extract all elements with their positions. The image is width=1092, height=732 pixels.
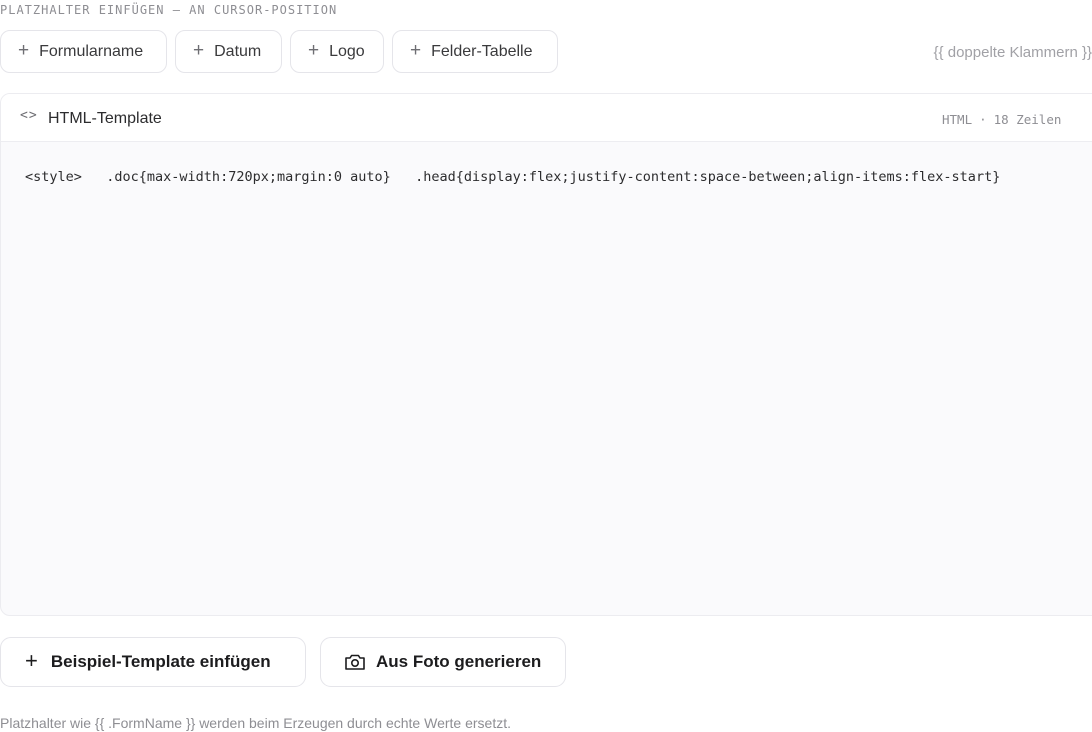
camera-icon [345, 654, 365, 670]
placeholder-chip-row: + Formularname + Datum + Logo + Felder-T… [0, 30, 558, 74]
button-label: Aus Foto generieren [376, 652, 542, 671]
syntax-hint: {{ doppelte Klammern }} [933, 44, 1092, 61]
plus-icon: + [25, 647, 38, 673]
plus-icon: + [18, 39, 30, 61]
plus-icon: + [308, 39, 320, 61]
editor-title: HTML-Template [48, 110, 162, 127]
section-label: PLATZHALTER EINFÜGEN — AN CURSOR-POSITIO… [0, 3, 338, 17]
button-label: Beispiel-Template einfügen [50, 652, 271, 671]
html-template-editor: <> HTML-Template HTML · 18 Zeilen <style> … [0, 93, 1092, 616]
insert-formularname-button[interactable]: + Formularname [0, 30, 167, 73]
plus-icon: + [193, 39, 205, 61]
generate-from-photo-button[interactable]: Aus Foto generieren [320, 637, 566, 687]
meta-separator: · [979, 112, 987, 127]
insert-felder-tabelle-button[interactable]: + Felder-Tabelle [392, 30, 558, 73]
line-count: 18 Zeilen [993, 112, 1062, 127]
chip-label: Logo [329, 42, 365, 60]
language-label: HTML [942, 112, 973, 127]
chip-label: Formularname [39, 42, 144, 60]
code-icon: <> [20, 108, 38, 123]
plus-icon: + [410, 39, 422, 61]
insert-datum-button[interactable]: + Datum [175, 30, 282, 73]
chip-label: Felder-Tabelle [431, 42, 533, 60]
chip-label: Datum [214, 42, 262, 60]
template-code-textarea[interactable]: <style> .doc{max-width:720px;margin:0 au… [25, 168, 1071, 588]
insert-logo-button[interactable]: + Logo [290, 30, 384, 73]
template-editor-panel: PLATZHALTER EINFÜGEN — AN CURSOR-POSITIO… [0, 0, 1092, 732]
placeholder-footnote: Platzhalter wie {{ .FormName }} werden b… [0, 715, 511, 731]
editor-meta: HTML · 18 Zeilen [942, 112, 1061, 127]
editor-header: <> HTML-Template HTML · 18 Zeilen [1, 94, 1092, 142]
insert-example-template-button[interactable]: + Beispiel-Template einfügen [0, 637, 306, 687]
